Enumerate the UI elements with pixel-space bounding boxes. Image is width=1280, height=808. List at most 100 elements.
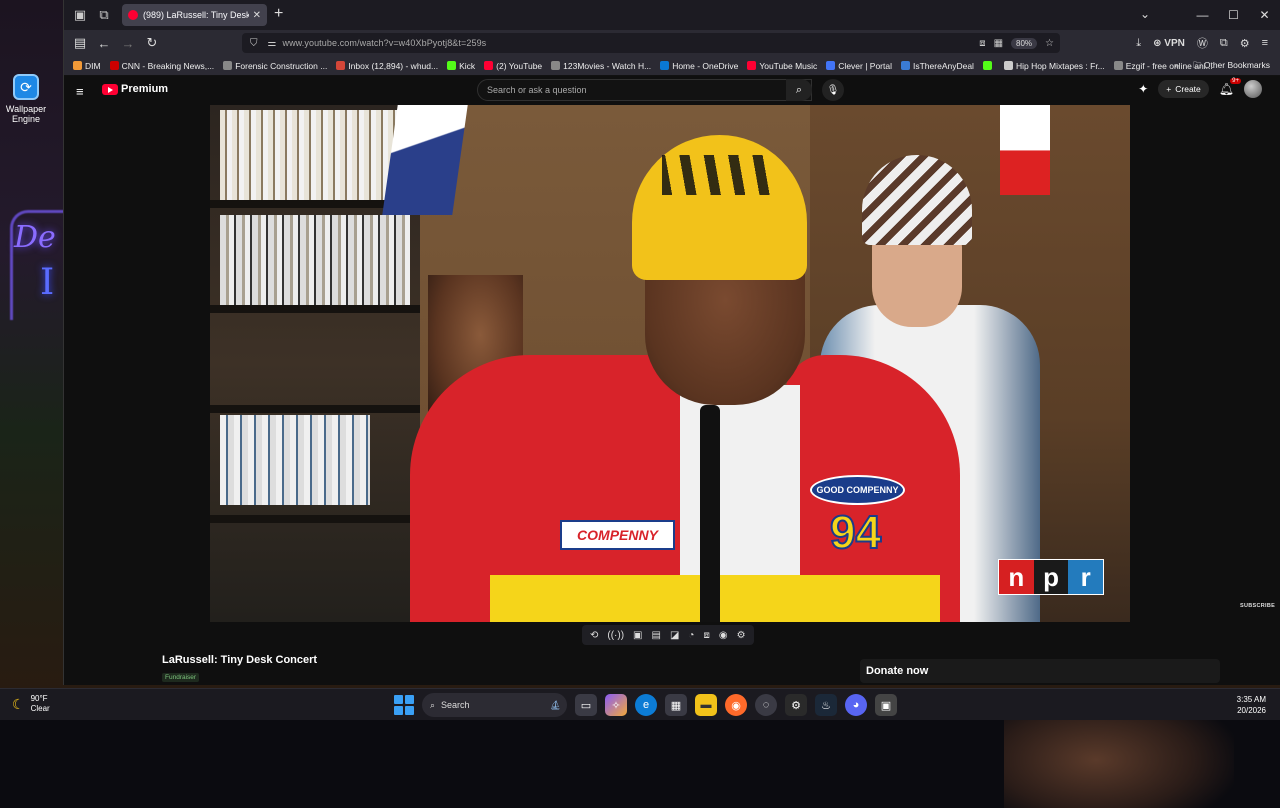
picture-in-picture-icon[interactable]: ⧈ (979, 38, 985, 49)
settings-gear-icon[interactable]: ⚙ (785, 694, 807, 716)
clip-icon[interactable]: ▤ (652, 630, 661, 641)
taskbar: ☾ 90°F Clear ⌕ Search ⛵︎ ▭ ✧ e ▦ ▬ ◉ ◌ ⚙ … (0, 688, 1280, 720)
zoom-level[interactable]: 80% (1011, 37, 1038, 49)
youtube-logo[interactable]: Premium (102, 83, 168, 95)
create-button[interactable]: + Create (1158, 80, 1209, 98)
minimize-button[interactable]: — (1187, 0, 1218, 30)
video-player[interactable]: COMPENNY GOOD COMPENNY 94 n p r (210, 105, 1130, 622)
vpn-button[interactable]: ⊛ VPN (1153, 38, 1185, 49)
discord-icon[interactable]: ◕ (845, 694, 867, 716)
sidebar-toggle-icon[interactable]: ▣ (68, 5, 92, 25)
desktop-icon-wallpaper-engine[interactable]: ⟳ Wallpaper Engine (5, 74, 47, 124)
pip-icon[interactable]: ⧈ (703, 630, 709, 641)
bookmark-item[interactable]: CNN - Breaking News,... (109, 61, 214, 71)
bookmarks-chevron-icon[interactable]: » (1174, 60, 1179, 74)
bookmark-label: Inbox (12,894) - whud... (348, 60, 439, 71)
bookmark-favicon-icon (660, 61, 670, 70)
site-permissions-icon[interactable]: ⚌ (268, 38, 277, 49)
weather-condition: Clear (30, 704, 50, 713)
tab-close-icon[interactable]: ✕ (253, 10, 261, 21)
bookmark-item[interactable]: (2) YouTube (484, 61, 542, 71)
notifications-bell-icon[interactable]: 🔔︎ 9+ (1219, 78, 1241, 96)
app-circle-icon[interactable]: ◌ (755, 694, 777, 716)
menu-icon[interactable]: ≡ (1262, 37, 1268, 49)
maximize-button[interactable]: ☐ (1218, 0, 1249, 30)
extensions-icon[interactable]: ⧉ (1220, 37, 1228, 50)
reader-view-icon[interactable]: ▦ (994, 38, 1003, 49)
donate-button[interactable]: Donate now (860, 659, 1220, 683)
bookmark-item[interactable]: DIM (73, 61, 101, 71)
bookmark-item[interactable]: Clever | Portal (826, 61, 892, 71)
search-input[interactable]: Search or ask a question (477, 79, 812, 101)
firefox-icon[interactable]: ◉ (725, 694, 747, 716)
tab-youtube[interactable]: (989) LaRussell: Tiny Desk Conc ✕ (122, 4, 267, 26)
bookmark-label: 123Movies - Watch H... (563, 60, 652, 71)
url-text[interactable]: www.youtube.com/watch?v=w40XbPyotj8&t=25… (282, 38, 486, 48)
bookmark-item[interactable]: Inbox (12,894) - whud... (336, 61, 438, 71)
downloads-icon[interactable]: ⤓ (1136, 37, 1141, 50)
sidebar-icon[interactable]: ▤ (70, 34, 90, 52)
browser-window: ▣ ⧉ (989) LaRussell: Tiny Desk Conc ✕ + … (63, 0, 1280, 808)
bookmark-item[interactable]: Home - OneDrive (660, 61, 738, 71)
task-view-icon[interactable]: ▭ (575, 694, 597, 716)
subscribe-watermark[interactable]: SUBSCRIBE (1240, 603, 1275, 609)
other-bookmarks-folder[interactable]: 🗀︎ Other Bookmarks (1193, 60, 1270, 74)
navigation-bar: ▤ ← → ↻ ⛉ ⚌ www.youtube.com/watch?v=w40X… (64, 30, 1280, 56)
copilot-icon[interactable]: ✧ (605, 694, 627, 716)
forward-button[interactable]: → (118, 34, 138, 52)
bookmark-item[interactable]: Hip Hop Mixtapes : Fr... (1003, 61, 1105, 71)
audio-icon[interactable]: ((·)) (607, 630, 624, 641)
extension-w-icon[interactable]: Ⓦ (1197, 35, 1208, 51)
clock[interactable]: 3:35 AM 20/2026 (1237, 694, 1266, 716)
weather-widget[interactable]: ☾ 90°F Clear (12, 694, 50, 714)
settings-icon[interactable]: ⚙ (1240, 37, 1250, 50)
bookmark-item[interactable]: YouTube Music (747, 61, 817, 71)
frame-icon[interactable]: ◪ (670, 630, 679, 641)
weather-temp: 90°F (30, 694, 48, 703)
clock-time: 3:35 AM (1236, 695, 1266, 704)
search-highlight-icon: ⛵︎ (549, 699, 561, 710)
camera-icon[interactable]: ◉ (719, 630, 728, 641)
reload-button[interactable]: ↻ (142, 34, 162, 52)
search-icon: ⌕ (430, 699, 436, 710)
address-bar[interactable]: ⛉ ⚌ www.youtube.com/watch?v=w40XbPyotj8&… (242, 33, 1060, 53)
jersey-number: 94 (829, 505, 882, 559)
list-tabs-chevron-icon[interactable]: ⌄ (1140, 7, 1150, 21)
shield-icon[interactable]: ⛉ (250, 38, 258, 49)
speed-icon[interactable]: ◔ (688, 630, 694, 641)
cast-settings-icon[interactable]: ✦ (1138, 82, 1148, 96)
close-window-button[interactable]: ✕ (1249, 0, 1280, 30)
bookmark-label: YouTube Music (759, 60, 818, 71)
hamburger-menu-icon[interactable]: ≡ (76, 84, 84, 99)
start-button[interactable] (394, 695, 414, 715)
file-explorer-icon[interactable]: ▬ (695, 694, 717, 716)
settings-icon[interactable]: ⚙ (737, 630, 746, 641)
tab-overview-icon[interactable]: ⧉ (92, 5, 116, 25)
notification-badge: 9+ (1230, 78, 1241, 84)
bookmark-item[interactable] (982, 61, 995, 70)
avatar[interactable] (1244, 80, 1262, 98)
bookmark-item[interactable]: 123Movies - Watch H... (551, 61, 651, 71)
loop-icon[interactable]: ⟲ (590, 630, 598, 641)
bookmark-item[interactable]: IsThereAnyDeal (901, 61, 974, 71)
bookmark-item[interactable]: Kick (447, 61, 475, 71)
player-toolbar: ⟲ ((·)) ▣ ▤ ◪ ◔ ⧈ ◉ ⚙ (582, 625, 754, 645)
bookmark-item[interactable]: Forensic Construction ... (223, 61, 327, 71)
bookmark-favicon-icon (1003, 61, 1013, 70)
bookmark-favicon-icon (901, 61, 910, 70)
search-button[interactable]: ⌕ (786, 79, 812, 101)
store-icon[interactable]: ▦ (665, 694, 687, 716)
taskbar-search[interactable]: ⌕ Search ⛵︎ (422, 693, 567, 717)
youtube-header-right: ✦ + Create 🔔︎ 9+ (1138, 78, 1262, 98)
steam-icon[interactable]: ♨ (815, 694, 837, 716)
edge-icon[interactable]: e (635, 694, 657, 716)
desktop-neon-text-2: I (40, 262, 55, 303)
bookmark-star-icon[interactable]: ☆ (1045, 38, 1054, 49)
bookmark-label: Forensic Construction ... (235, 60, 328, 71)
voice-search-icon[interactable]: 🎙︎ (822, 79, 844, 101)
fundraiser-badge[interactable]: Fundraiser (162, 673, 200, 682)
app-window-icon[interactable]: ▣ (875, 694, 897, 716)
new-tab-button[interactable]: + (274, 5, 283, 23)
back-button[interactable]: ← (94, 34, 114, 52)
screenshot-icon[interactable]: ▣ (633, 630, 642, 641)
